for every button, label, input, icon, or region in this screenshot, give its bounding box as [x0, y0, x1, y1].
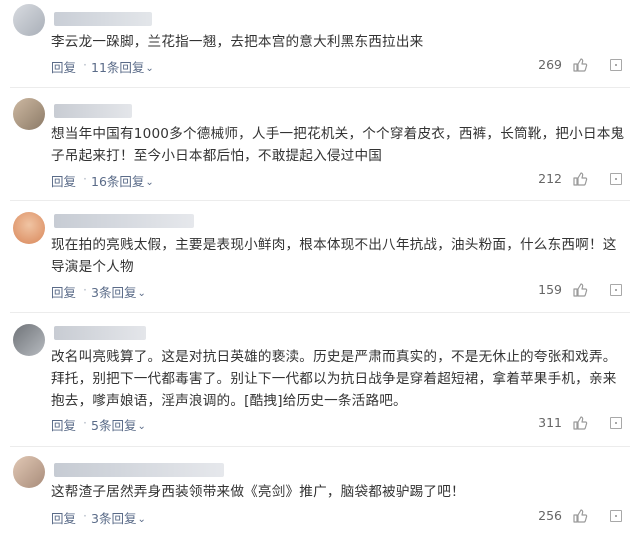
reply-button[interactable]: 回复	[51, 415, 76, 434]
chevron-down-icon: ⌄	[145, 177, 154, 188]
comment-text: 李云龙一跺脚，兰花指一翘，去把本宫的意大利黑东西拉出来	[51, 34, 424, 50]
comment-actions: 回复 · 3条回复⌄ 256	[51, 508, 622, 528]
comment-actions: 回复 · 5条回复⌄ 311	[51, 415, 622, 435]
replies-count: 3条回复	[91, 285, 137, 300]
chevron-down-icon: ⌄	[137, 514, 146, 525]
divider	[10, 87, 630, 88]
like-count: 212	[538, 171, 562, 186]
replies-count: 3条回复	[91, 511, 137, 526]
avatar[interactable]	[13, 324, 45, 356]
like-count: 159	[538, 282, 562, 297]
report-icon[interactable]	[610, 510, 622, 522]
like-count: 269	[538, 57, 562, 72]
username-blurred[interactable]	[54, 12, 152, 26]
comment-text: 想当年中国有1000多个德械师，人手一把花机关，个个穿着皮衣，西裤，长筒靴，把小…	[51, 126, 625, 164]
report-icon[interactable]	[610, 59, 622, 71]
divider	[10, 312, 630, 313]
view-replies-link[interactable]: 16条回复⌄	[91, 171, 154, 190]
separator: ·	[83, 508, 87, 523]
avatar[interactable]	[13, 4, 45, 36]
view-replies-link[interactable]: 3条回复⌄	[91, 282, 146, 301]
reply-button[interactable]: 回复	[51, 508, 76, 527]
thumb-up-icon[interactable]	[572, 57, 588, 73]
comment-actions: 回复 · 16条回复⌄ 212	[51, 171, 622, 191]
reply-button[interactable]: 回复	[51, 57, 76, 76]
thumb-up-icon[interactable]	[572, 415, 588, 431]
reply-button[interactable]: 回复	[51, 171, 76, 190]
replies-count: 16条回复	[91, 174, 145, 189]
comment-actions: 回复 · 3条回复⌄ 159	[51, 282, 622, 302]
username-blurred[interactable]	[54, 104, 132, 118]
avatar[interactable]	[13, 456, 45, 488]
like-count: 256	[538, 508, 562, 523]
avatar-image	[13, 4, 45, 36]
chevron-down-icon: ⌄	[137, 288, 146, 299]
comment-text: 改名叫亮贱算了。这是对抗日英雄的亵渎。历史是严肃而真实的，不是无休止的夸张和戏弄…	[51, 349, 617, 409]
username-blurred[interactable]	[54, 214, 194, 228]
divider	[10, 446, 630, 447]
report-icon[interactable]	[610, 284, 622, 296]
view-replies-link[interactable]: 5条回复⌄	[91, 415, 146, 434]
avatar[interactable]	[13, 212, 45, 244]
replies-count: 11条回复	[91, 60, 145, 75]
separator: ·	[83, 171, 87, 186]
like-count: 311	[538, 415, 562, 430]
comment-actions: 回复 · 11条回复⌄ 269	[51, 57, 622, 77]
avatar[interactable]	[13, 98, 45, 130]
view-replies-link[interactable]: 11条回复⌄	[91, 57, 154, 76]
reply-button[interactable]: 回复	[51, 282, 76, 301]
chevron-down-icon: ⌄	[137, 421, 146, 432]
report-icon[interactable]	[610, 173, 622, 185]
thumb-up-icon[interactable]	[572, 508, 588, 524]
chevron-down-icon: ⌄	[145, 63, 154, 74]
thumb-up-icon[interactable]	[572, 282, 588, 298]
username-blurred[interactable]	[54, 463, 224, 477]
avatar-image	[13, 456, 45, 488]
replies-count: 5条回复	[91, 418, 137, 433]
view-replies-link[interactable]: 3条回复⌄	[91, 508, 146, 527]
separator: ·	[83, 282, 87, 297]
report-icon[interactable]	[610, 417, 622, 429]
thumb-up-icon[interactable]	[572, 171, 588, 187]
avatar-image	[13, 324, 45, 356]
divider	[10, 200, 630, 201]
comment-text: 这帮渣子居然弄身西装领带来做《亮剑》推广，脑袋都被驴踢了吧！	[51, 484, 465, 500]
avatar-image	[13, 212, 45, 244]
username-blurred[interactable]	[54, 326, 146, 340]
separator: ·	[83, 415, 87, 430]
comment-text: 现在拍的亮贱太假，主要是表现小鲜肉，根本体现不出八年抗战，油头粉面，什么东西啊！…	[51, 237, 617, 275]
avatar-image	[13, 98, 45, 130]
separator: ·	[83, 57, 87, 72]
